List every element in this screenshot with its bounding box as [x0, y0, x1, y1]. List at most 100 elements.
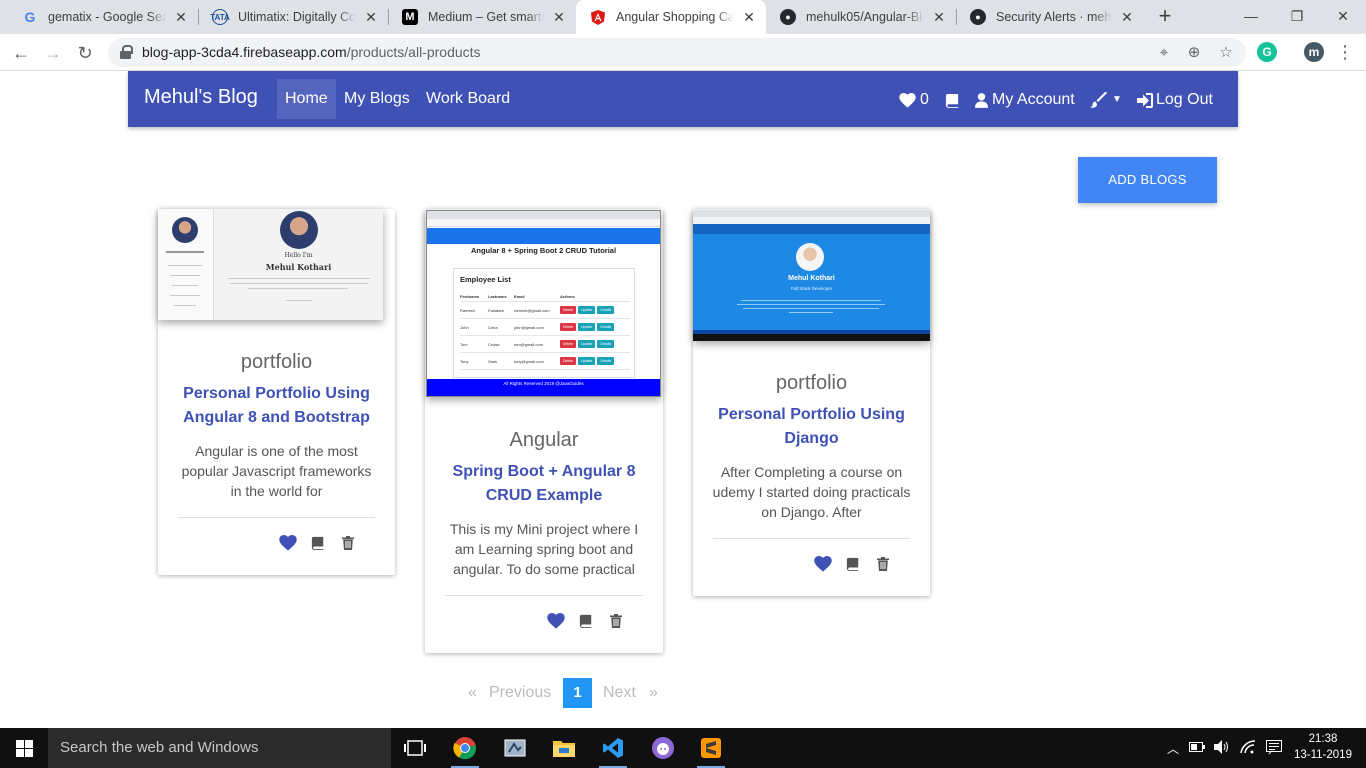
theme-dropdown[interactable]: ▼: [1090, 89, 1122, 111]
add-blogs-button[interactable]: ADD BLOGS: [1078, 157, 1217, 203]
book-icon[interactable]: [844, 555, 862, 573]
pagination-prev-arrow[interactable]: «: [468, 678, 477, 708]
zoom-icon[interactable]: ⊕: [1184, 43, 1204, 63]
action-center-icon[interactable]: [1266, 739, 1283, 758]
trash-icon[interactable]: [874, 555, 892, 573]
blog-thumbnail[interactable]: Mehul Kothari Full Stack Developer: [693, 210, 930, 341]
tab-title: gematix - Google Search: [48, 10, 166, 24]
thumb-table-cell: Ramesh: [460, 307, 475, 313]
thumb-action-button: Update: [578, 323, 596, 331]
task-view-icon[interactable]: [399, 732, 431, 764]
forward-icon[interactable]: →: [40, 40, 66, 66]
pagination-next[interactable]: Next: [603, 678, 636, 708]
thumb-action-button: Update: [578, 340, 596, 348]
blog-title[interactable]: Personal Portfolio Using Django: [711, 403, 912, 451]
my-account-link[interactable]: My Account: [975, 89, 1075, 111]
blog-title[interactable]: Personal Portfolio Using Angular 8 and B…: [176, 382, 377, 430]
reload-icon[interactable]: ↻: [72, 40, 98, 66]
snipping-tool-icon[interactable]: [499, 732, 531, 764]
lock-icon: [120, 45, 133, 59]
close-icon[interactable]: ✕: [172, 9, 190, 26]
card-actions: [279, 534, 357, 552]
browser-tab[interactable]: ● Security Alerts · mehulk05 ✕: [956, 0, 1144, 34]
taskbar-clock[interactable]: 21:38 13-11-2019: [1290, 731, 1356, 763]
github-icon: ●: [970, 9, 986, 25]
address-bar[interactable]: blog-app-3cda4.firebaseapp.com/products/…: [108, 38, 1246, 67]
blog-title[interactable]: Spring Boot + Angular 8 CRUD Example: [443, 460, 645, 508]
close-icon[interactable]: ✕: [740, 9, 758, 26]
blog-description: After Completing a course on udemy I sta…: [712, 464, 911, 520]
thumb-table-cell: ramesh@gmail.com: [514, 307, 550, 313]
trash-icon[interactable]: [607, 612, 625, 630]
new-tab-button[interactable]: +: [1152, 4, 1178, 30]
taskbar-search-input[interactable]: Search the web and Windows: [48, 728, 391, 768]
close-icon[interactable]: ✕: [1118, 9, 1136, 26]
vscode-icon[interactable]: [597, 732, 629, 768]
browser-tab-active[interactable]: Angular Shopping Cart ✕: [576, 0, 766, 34]
close-icon[interactable]: ✕: [930, 9, 948, 26]
battery-icon[interactable]: [1189, 741, 1206, 755]
thumb-action-button: Details: [597, 306, 615, 314]
nav-home[interactable]: Home: [277, 79, 336, 119]
location-icon[interactable]: ⌖: [1154, 43, 1174, 63]
tab-title: mehulk05/Angular-Blog: [806, 10, 924, 24]
grammarly-icon[interactable]: G: [1257, 42, 1277, 62]
thumb-table-cell: Email: [514, 293, 525, 299]
chrome-icon[interactable]: [449, 732, 481, 768]
thumb-table-header: Firstname Lastname Email Actions: [460, 291, 630, 302]
brand-title[interactable]: Mehul's Blog: [144, 86, 258, 109]
sublime-text-icon[interactable]: [695, 732, 727, 768]
heart-icon[interactable]: [814, 555, 832, 573]
nav-work-board[interactable]: Work Board: [418, 79, 518, 119]
menu-icon[interactable]: ⋮: [1332, 39, 1358, 65]
nav-my-blogs[interactable]: My Blogs: [336, 79, 418, 119]
card-actions: [547, 612, 625, 630]
back-icon[interactable]: ←: [8, 40, 34, 66]
windows-start-icon[interactable]: [8, 732, 40, 764]
taskbar-date: 13-11-2019: [1294, 749, 1352, 761]
github-desktop-icon[interactable]: [647, 732, 679, 764]
thumb-action-button: Delete: [560, 323, 577, 331]
file-explorer-icon[interactable]: [548, 732, 580, 764]
heart-icon: [899, 92, 916, 108]
book-icon[interactable]: [945, 89, 960, 111]
blog-description: This is my Mini project where I am Learn…: [449, 521, 639, 577]
browser-tab[interactable]: ● mehulk05/Angular-Blog ✕: [766, 0, 956, 34]
thumb-action-button: Delete: [560, 357, 577, 365]
heart-icon[interactable]: [279, 534, 297, 552]
thumb-action-button: Delete: [560, 306, 577, 314]
book-icon[interactable]: [309, 534, 327, 552]
close-icon[interactable]: ✕: [550, 9, 568, 26]
thumb-table-row: Ramesh Fadatare ramesh@gmail.com Delete Upda…: [460, 302, 630, 319]
thumb-table-cell: Tom: [460, 341, 468, 347]
heart-icon[interactable]: [547, 612, 565, 630]
thumb-table-row: Tony Stark tony@gmail.com Delete Update Detai…: [460, 353, 630, 370]
pagination-previous[interactable]: Previous: [489, 678, 551, 708]
close-icon[interactable]: ✕: [362, 9, 380, 26]
sign-out-icon: [1137, 92, 1153, 108]
chevron-up-icon[interactable]: ︿: [1167, 740, 1179, 757]
browser-tab[interactable]: G gematix - Google Search ✕: [8, 0, 198, 34]
favorites-link[interactable]: 0: [899, 89, 929, 111]
browser-tab[interactable]: M Medium – Get smarter about ✕: [388, 0, 576, 34]
browser-tab[interactable]: TATA Ultimatix: Digitally Connected ✕: [198, 0, 388, 34]
close-window-button[interactable]: ✕: [1320, 0, 1366, 34]
pagination-page-current[interactable]: 1: [563, 678, 592, 708]
tab-title: Angular Shopping Cart: [616, 10, 734, 24]
restore-button[interactable]: ❐: [1274, 0, 1320, 34]
blog-thumbnail[interactable]: Hello I'm Mehul Kothari: [158, 209, 383, 320]
pagination-next-arrow[interactable]: »: [649, 678, 658, 708]
browser-toolbar: ← → ↻ blog-app-3cda4.firebaseapp.com/pro…: [0, 34, 1366, 71]
wifi-icon[interactable]: [1240, 739, 1256, 757]
book-icon[interactable]: [577, 612, 595, 630]
blog-thumbnail[interactable]: Angular 8 + Spring Boot 2 CRUD Tutorial …: [426, 210, 661, 397]
taskbar-time: 21:38: [1308, 733, 1338, 745]
logout-link[interactable]: Log Out: [1137, 89, 1213, 111]
profile-avatar[interactable]: m: [1304, 42, 1324, 62]
trash-icon[interactable]: [339, 534, 357, 552]
blog-card: Mehul Kothari Full Stack Developer portf…: [693, 209, 930, 596]
minimize-button[interactable]: —: [1228, 0, 1274, 34]
thumb-table-cell: tom@gmail.com: [514, 341, 543, 347]
volume-icon[interactable]: [1214, 739, 1230, 757]
bookmark-star-icon[interactable]: ☆: [1216, 43, 1236, 63]
